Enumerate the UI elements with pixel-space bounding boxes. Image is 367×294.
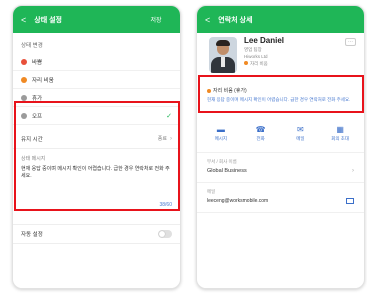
- calendar-icon: ▦: [336, 124, 344, 134]
- mail-icon[interactable]: [346, 198, 354, 204]
- auto-setting-row: 자동 설정: [13, 224, 180, 244]
- action-message-button[interactable]: ▬ 메시지: [205, 125, 237, 148]
- status-dot-icon: [21, 58, 27, 65]
- action-call-button[interactable]: ☎ 전화: [245, 125, 277, 148]
- status-dot-icon: [21, 76, 27, 83]
- character-count: 38/60: [159, 202, 172, 208]
- page-title: 상태 설정: [34, 16, 62, 24]
- phone-contact-detail: < 연락처 상세 Lee Daniel 영업 팀장 Hiworks Ltd 자리…: [196, 5, 365, 289]
- status-option-away[interactable]: 자리 비움: [13, 71, 180, 89]
- status-card-message: 현재 응답 중이며 메시지 확인이 어렵습니다. 급한 경우 연락처로 전화 주…: [207, 97, 351, 102]
- email-value: leeceng@worksmobile.com: [207, 198, 269, 204]
- status-message-card: 자리 비움 (휴가) 현재 응답 중이며 메시지 확인이 어렵습니다. 급한 경…: [197, 83, 364, 117]
- chevron-right-icon: ›: [352, 168, 354, 174]
- back-button[interactable]: <: [21, 15, 26, 25]
- auto-setting-label: 자동 설정: [21, 232, 43, 238]
- status-message-field[interactable]: 상태 메시지 현재 응답 중이며 메시지 확인이 어렵습니다. 급한 경우 연락…: [13, 149, 180, 214]
- presence-dot-icon: [207, 88, 211, 93]
- status-option-label: 바쁨: [32, 59, 43, 66]
- avatar: [209, 37, 237, 73]
- header-bar: < 연락처 상세: [197, 6, 364, 33]
- save-button[interactable]: 저장: [140, 15, 172, 24]
- status-option-busy[interactable]: 바쁨: [13, 53, 180, 71]
- checkmark-icon: ✓: [166, 112, 172, 120]
- status-message-label: 상태 메시지: [21, 156, 46, 162]
- duration-row[interactable]: 유지 시간 종료 ›: [13, 129, 180, 149]
- status-option-off[interactable]: 오프 ✓: [13, 107, 180, 125]
- status-section-label: 상태 변경: [21, 43, 43, 49]
- department-value: Global Business: [207, 168, 247, 174]
- page-title: 연락처 상세: [218, 16, 253, 24]
- contact-actions: ▬ 메시지 ☎ 전화 ✉ 메일 ▦ 회의 초대: [197, 117, 364, 153]
- duration-label: 유지 시간: [21, 136, 43, 143]
- contact-status: 자리 비움: [244, 61, 268, 67]
- more-options-button[interactable]: ⋯: [345, 38, 356, 46]
- status-message-text: 현재 응답 중이며 메시지 확인이 어렵습니다. 급한 경우 연락처로 전화 주…: [21, 166, 170, 179]
- status-option-label: 오프: [32, 113, 43, 120]
- status-option-vacation[interactable]: 휴가: [13, 89, 180, 107]
- toggle-knob: [159, 231, 165, 237]
- email-label: 메일: [207, 189, 216, 194]
- department-label: 부서 / 회사 이름: [207, 159, 237, 164]
- department-row[interactable]: 부서 / 회사 이름 Global Business ›: [197, 153, 364, 183]
- email-row[interactable]: 메일 leeceng@worksmobile.com: [197, 183, 364, 213]
- auto-setting-toggle[interactable]: [158, 230, 172, 238]
- action-meeting-button[interactable]: ▦ 회의 초대: [324, 125, 356, 148]
- duration-value: 종료: [157, 136, 167, 142]
- phone-status-settings: < 상태 설정 저장 상태 변경 바쁨 자리 비움 휴가 오프 ✓ 유지 시간 …: [12, 5, 181, 289]
- presence-dot-icon: [244, 61, 248, 65]
- chevron-right-icon: ›: [170, 135, 172, 142]
- action-mail-button[interactable]: ✉ 메일: [284, 125, 316, 148]
- back-button[interactable]: <: [205, 15, 210, 25]
- contact-company: Hiworks Ltd: [244, 54, 268, 59]
- status-option-label: 자리 비움: [32, 77, 54, 84]
- status-option-label: 휴가: [32, 95, 43, 102]
- header-bar: < 상태 설정 저장: [13, 6, 180, 33]
- status-dot-icon: [21, 94, 27, 101]
- contact-name: Lee Daniel: [244, 36, 285, 45]
- status-card-title: 자리 비움 (휴가): [207, 87, 354, 94]
- mail-icon: ✉: [297, 124, 304, 134]
- chat-icon: ▬: [216, 124, 225, 134]
- phone-icon: ☎: [255, 124, 266, 134]
- status-dot-icon: [21, 112, 27, 119]
- profile-header: Lee Daniel 영업 팀장 Hiworks Ltd 자리 비움 ⋯: [197, 33, 364, 83]
- contact-position: 영업 팀장: [244, 47, 262, 52]
